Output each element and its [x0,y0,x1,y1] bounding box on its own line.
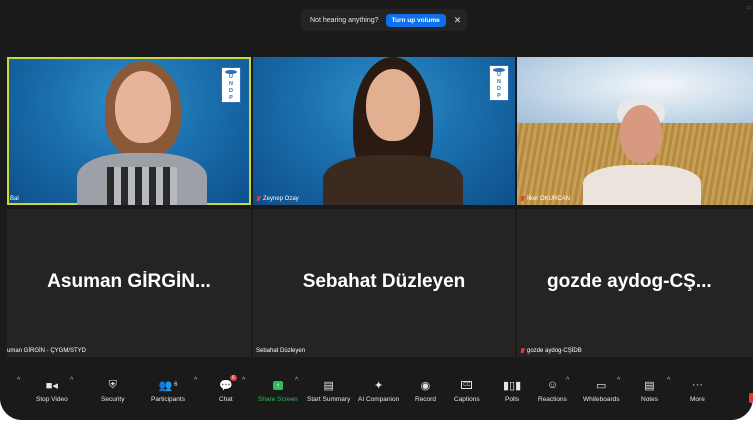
smiley-icon: ☺ [546,379,559,391]
video-tile-zeynep[interactable]: UNDP Zeynep Ozay [253,57,515,205]
participant-name-label: Sebahat Düzleyen [256,348,306,354]
share-screen-icon: ↑ [272,376,283,394]
whiteboards-button[interactable]: ▭ Whiteboards [583,376,620,404]
polls-icon: ▮▯▮ [503,379,522,392]
whiteboards-options-caret[interactable]: ^ [617,377,620,384]
security-button[interactable]: ⛨ Security [101,376,124,404]
participants-icon: 👥 6 [158,379,178,392]
stop-video-button[interactable]: ■◂ Stop Video [36,376,68,404]
chat-icon: 💬 6 [219,375,237,392]
video-tile-asuman[interactable]: Asuman GİRGİN... uman GİRGİN - ÇYGM/STYD [7,209,251,357]
undp-logo: UNDP [221,67,241,103]
chat-badge: 6 [229,375,237,381]
summary-icon: ▤ [323,379,334,392]
audio-notice-text: Not hearing anything? [310,16,379,24]
participant-display-name: gozde aydog-CŞ... [547,271,712,292]
chat-options-caret[interactable]: ^ [242,377,245,384]
end-meeting-edge[interactable] [749,393,753,403]
video-camera-icon: ■◂ [45,379,58,392]
notes-button[interactable]: ▤ Notes [641,376,658,404]
reactions-options-caret[interactable]: ^ [566,377,569,384]
share-options-caret[interactable]: ^ [295,377,298,384]
whiteboard-icon: ▭ [596,379,607,392]
turn-up-volume-button[interactable]: Turn up volume [385,13,446,27]
share-screen-button[interactable]: ↑ Share Screen [258,376,298,403]
record-button[interactable]: ◉ Record [415,376,436,404]
video-tile-sebahat[interactable]: Sebahat Düzleyen Sebahat Düzleyen [253,209,515,357]
video-options-caret[interactable]: ^ [70,377,73,384]
participant-display-name: Sebahat Düzleyen [302,271,466,292]
chat-button[interactable]: 💬 6 Chat [219,375,237,403]
audio-notice: Not hearing anything? Turn up volume ✕ [301,9,467,31]
meeting-window: Not hearing anything? Turn up volume ✕ ▭… [0,0,753,420]
participant-display-name: Asuman GİRGİN... [47,271,211,292]
video-tile-bal[interactable]: UNDP Bal [7,57,251,205]
shield-icon: ⛨ [108,378,117,391]
participant-name-label: gozde aydog-CŞİDB [520,348,582,354]
participant-name-label: Bal [10,196,19,202]
record-icon: ◉ [420,379,431,392]
captions-button[interactable]: CC Captions [454,376,480,403]
reactions-button[interactable]: ☺ Reactions [538,376,567,403]
sparkle-icon: ✦ [373,379,384,392]
ai-companion-button[interactable]: ✦ AI Companion [358,376,399,404]
muted-mic-icon [256,196,261,202]
video-tile-ilker[interactable]: İlker OKURCAN [517,57,753,205]
ellipsis-icon: ··· [691,379,703,391]
view-icon[interactable]: ▭ [746,4,753,14]
undp-logo: UNDP [489,65,509,101]
more-button[interactable]: ··· More [690,376,705,403]
participant-name-label: Zeynep Ozay [256,196,299,202]
participants-button[interactable]: 👥 6 Participants [151,376,185,404]
notes-options-caret[interactable]: ^ [667,377,670,384]
notes-icon: ▤ [644,379,655,392]
muted-mic-icon [520,348,525,354]
muted-mic-icon [520,196,525,202]
meeting-toolbar: ^ ■◂ Stop Video ^ ⛨ Security 👥 6 Particip… [0,370,753,420]
video-tile-gozde[interactable]: gozde aydog-CŞ... gozde aydog-CŞİDB [517,209,753,357]
participant-name-label: uman GİRGİN - ÇYGM/STYD [7,348,87,354]
audio-options-caret[interactable]: ^ [17,377,20,384]
start-summary-button[interactable]: ▤ Start Summary [307,376,350,404]
participant-name-label: İlker OKURCAN [520,196,570,202]
captions-icon: CC [461,381,473,389]
polls-button[interactable]: ▮▯▮ Polls [503,376,522,404]
close-notice-icon[interactable]: ✕ [454,15,462,26]
participants-options-caret[interactable]: ^ [194,377,197,384]
